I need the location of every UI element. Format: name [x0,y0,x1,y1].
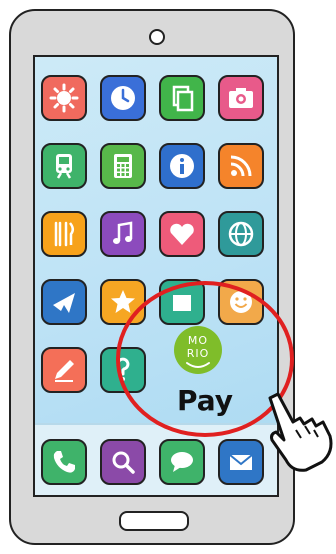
train-icon [56,154,72,179]
phone-icon [53,451,75,473]
pay-logo-line2: RIO [186,347,210,360]
dock-chat[interactable] [159,439,205,485]
search-icon [112,451,135,474]
smiley-icon [230,291,252,313]
app-rss[interactable] [218,143,264,189]
app-sun[interactable] [41,75,87,121]
app-globe[interactable] [218,211,264,257]
app-smiley[interactable] [218,279,264,325]
documents-icon [172,85,194,112]
app-restaurant[interactable] [41,211,87,257]
chat-icon [171,452,193,472]
home-button[interactable] [119,511,189,531]
mail-icon [229,454,253,470]
globe-icon [228,221,254,247]
app-star[interactable] [100,279,146,325]
app-icon [173,295,191,311]
dock-phone[interactable] [41,439,87,485]
app-clock[interactable] [100,75,146,121]
dock-search[interactable] [100,439,146,485]
app-documents[interactable] [159,75,205,121]
front-camera [149,29,165,45]
fork-knife-icon [54,221,74,247]
app-airplane[interactable] [41,279,87,325]
app-tile[interactable] [159,279,205,325]
question-icon [116,357,130,381]
music-note-icon [113,221,133,244]
app-pencil[interactable] [41,347,87,393]
pay-logo-line1: MO [187,334,209,347]
sun-icon [49,83,79,113]
app-camera[interactable] [218,75,264,121]
pencil-icon [55,360,74,382]
airplane-icon [53,293,75,313]
heart-icon [170,223,194,245]
star-icon [111,290,135,313]
calculator-icon [114,154,132,178]
dock-mail[interactable] [218,439,264,485]
app-question[interactable] [100,347,146,393]
pay-label: Pay [176,384,234,417]
dock [35,423,277,495]
app-info[interactable] [159,143,205,189]
app-heart[interactable] [159,211,205,257]
app-train[interactable] [41,143,87,189]
camera-icon [229,88,253,108]
app-music[interactable] [100,211,146,257]
smartphone [9,9,295,545]
home-screen [33,55,279,497]
clock-icon [111,86,135,110]
app-calculator[interactable] [100,143,146,189]
rss-icon [230,155,252,177]
info-icon [170,154,194,178]
